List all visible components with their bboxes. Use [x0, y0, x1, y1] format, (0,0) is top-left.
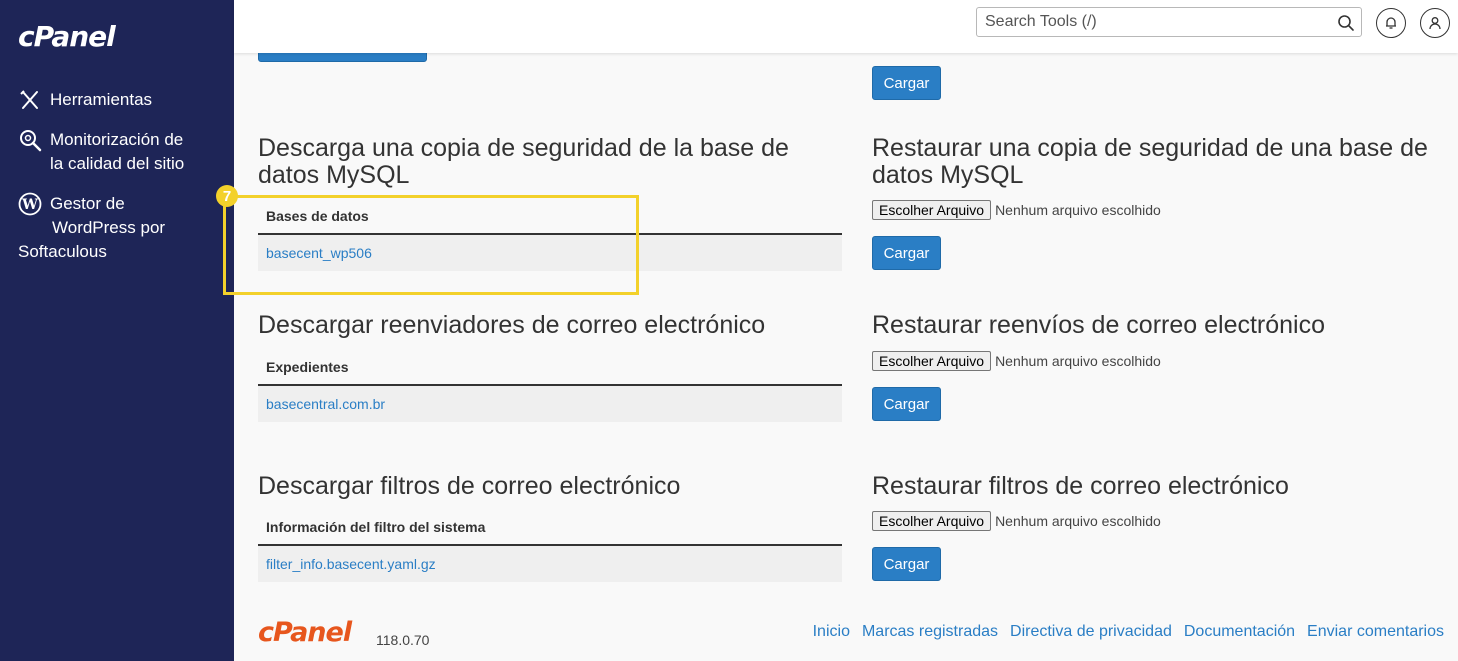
cargar-button[interactable]: Cargar — [872, 236, 941, 270]
choose-file-button[interactable]: Escolher Arquivo — [872, 351, 992, 371]
sidebar-item-herramientas[interactable]: Herramientas — [18, 88, 152, 112]
user-icon — [1429, 17, 1441, 30]
search-icon[interactable] — [1337, 14, 1355, 32]
choose-file-button[interactable]: Escolher Arquivo — [872, 200, 992, 220]
table-header: Información del filtro del sistema — [258, 508, 842, 546]
mysql-databases-table: Bases de datos basecent_wp506 — [258, 197, 842, 271]
sidebar: cPanel Herramientas Monitorización de la… — [0, 0, 234, 661]
cargar-button[interactable]: Cargar — [872, 66, 941, 100]
section-title: Descargar filtros de correo electrónico — [258, 472, 681, 500]
search-input[interactable] — [985, 13, 1325, 31]
forwarders-table: Expedientes basecentral.com.br — [258, 348, 842, 422]
choose-file-button[interactable]: Escolher Arquivo — [872, 511, 992, 531]
footer-links: Inicio Marcas registradas Directiva de p… — [813, 623, 1444, 641]
file-upload: Escolher Arquivo Nenhum arquivo escolhid… — [872, 511, 1161, 531]
footer-link-docs[interactable]: Documentación — [1184, 623, 1295, 641]
cargar-button[interactable]: Cargar — [872, 547, 941, 581]
main-content: Cargar Descarga una copia de seguridad d… — [216, 0, 1458, 661]
user-menu-button[interactable] — [1420, 8, 1450, 38]
sidebar-item-label: Herramientas — [50, 90, 153, 109]
sidebar-item-wordpress[interactable]: W Gestor de WordPress por Softaculous — [18, 192, 165, 264]
sidebar-item-site-quality[interactable]: Monitorización de la calidad del sitio — [18, 128, 184, 176]
section-title: Restaurar filtros de correo electrónico — [872, 472, 1289, 500]
file-upload: Escolher Arquivo Nenhum arquivo escolhid… — [872, 351, 1161, 371]
sidebar-item-label: Softaculous — [18, 242, 107, 261]
section-title: Descargar reenviadores de correo electró… — [258, 311, 766, 339]
footer-link-privacy[interactable]: Directiva de privacidad — [1010, 623, 1172, 641]
sidebar-item-label: la calidad del sitio — [50, 154, 185, 173]
footer-cpanel-logo[interactable]: cPanel — [258, 618, 352, 648]
wordpress-icon: W — [18, 192, 42, 216]
table-row[interactable]: filter_info.basecent.yaml.gz — [258, 546, 842, 582]
footer-link-feedback[interactable]: Enviar comentarios — [1307, 623, 1444, 641]
table-row[interactable]: basecent_wp506 — [258, 235, 842, 271]
file-upload: Escolher Arquivo Nenhum arquivo escolhid… — [872, 200, 1161, 220]
cpanel-logo[interactable]: cPanel — [18, 20, 116, 53]
search-box[interactable] — [976, 7, 1362, 37]
sidebar-item-label: Gestor de — [50, 194, 125, 213]
footer-link-inicio[interactable]: Inicio — [813, 623, 850, 641]
section-title: Restaurar una copia de seguridad de una … — [872, 134, 1428, 189]
table-row[interactable]: basecentral.com.br — [258, 386, 842, 422]
table-header: Expedientes — [258, 348, 842, 386]
file-status: Nenhum arquivo escolhido — [995, 202, 1161, 218]
top-header — [234, 0, 1458, 53]
section-title: Descarga una copia de seguridad de la ba… — [258, 134, 789, 189]
notifications-button[interactable] — [1376, 8, 1406, 38]
cargar-button[interactable]: Cargar — [872, 387, 941, 421]
bell-icon — [1386, 17, 1396, 29]
section-title: Restaurar reenvíos de correo electrónico — [872, 311, 1326, 339]
sidebar-item-label: Monitorización de — [50, 130, 184, 149]
file-status: Nenhum arquivo escolhido — [995, 353, 1161, 369]
footer-version: 118.0.70 — [376, 632, 430, 648]
tools-icon — [20, 90, 38, 109]
table-header: Bases de datos — [258, 197, 842, 235]
sidebar-item-label: WordPress por — [52, 218, 166, 237]
step-badge: 7 — [216, 185, 238, 207]
magnifier-gear-icon — [20, 130, 42, 152]
svg-text:W: W — [21, 197, 38, 213]
filters-table: Información del filtro del sistema filte… — [258, 508, 842, 582]
footer-link-trademarks[interactable]: Marcas registradas — [862, 623, 998, 641]
file-status: Nenhum arquivo escolhido — [995, 513, 1161, 529]
